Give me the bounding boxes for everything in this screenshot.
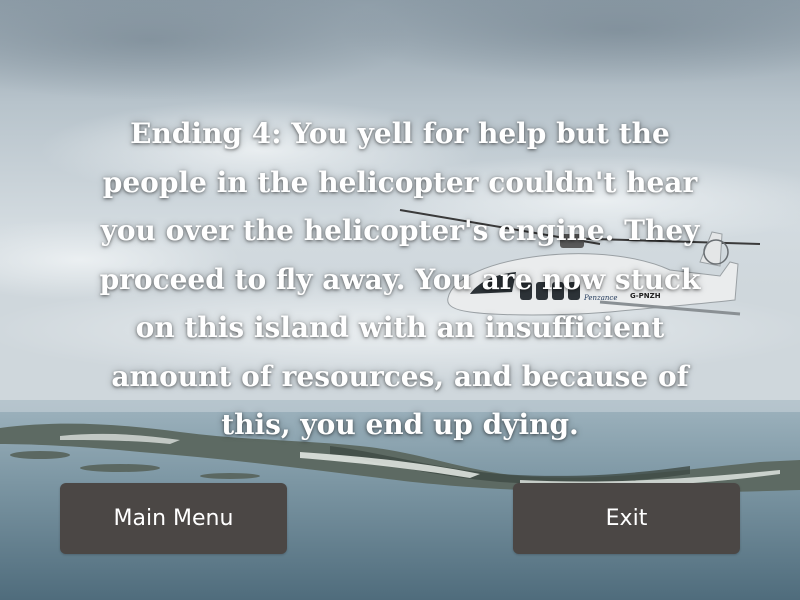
islet (80, 464, 160, 472)
islet (200, 473, 260, 479)
main-menu-button[interactable]: Main Menu (60, 483, 287, 554)
islet (10, 451, 70, 459)
main-menu-button-label: Main Menu (113, 506, 234, 531)
ending-text: Ending 4: You yell for help but the peop… (99, 117, 701, 441)
exit-button[interactable]: Exit (513, 483, 740, 554)
game-screen: Penzance G-PNZH Ending 4: You yell for h… (0, 0, 800, 600)
exit-button-label: Exit (605, 506, 648, 531)
